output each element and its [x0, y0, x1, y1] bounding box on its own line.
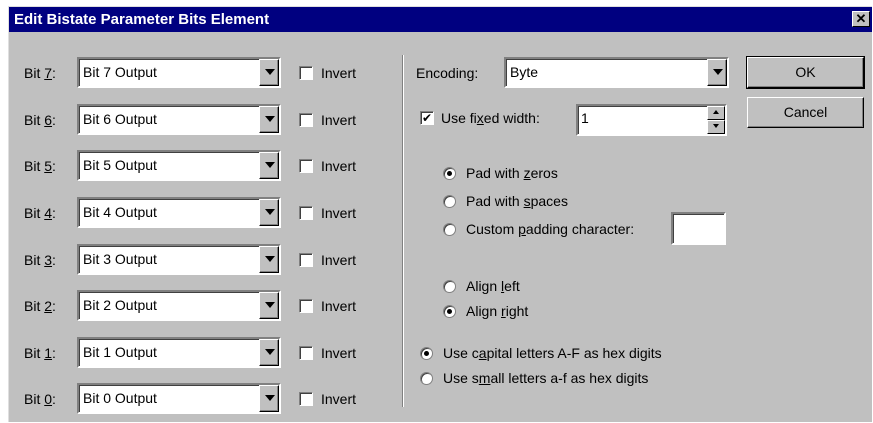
bit-0-value: Bit 0 Output — [83, 390, 157, 406]
custom-padding-label: Custom padding character: — [466, 221, 635, 237]
bit-4-invert-label: Invert — [321, 205, 357, 221]
chevron-down-icon[interactable] — [707, 59, 727, 86]
bit-1-invert-checkbox[interactable] — [299, 346, 313, 360]
bit-1-value: Bit 1 Output — [83, 344, 157, 360]
bit-0-combo[interactable]: Bit 0 Output — [77, 383, 281, 414]
chevron-down-icon[interactable] — [259, 385, 279, 412]
bit-2-invert-label: Invert — [321, 298, 357, 314]
chevron-down-icon[interactable] — [259, 199, 279, 226]
vertical-separator — [402, 55, 404, 407]
bit-6-combo[interactable]: Bit 6 Output — [77, 104, 281, 135]
bit-4-label: Bit 4: — [24, 205, 56, 221]
pad-spaces-label: Pad with spaces — [466, 193, 568, 209]
bit-6-invert-checkbox[interactable] — [299, 113, 313, 127]
bit-2-invert-checkbox[interactable] — [299, 299, 313, 313]
bit-2-value: Bit 2 Output — [83, 297, 157, 313]
bit-4-value: Bit 4 Output — [83, 204, 157, 220]
chevron-down-icon[interactable] — [259, 59, 279, 86]
align-right-radio[interactable] — [443, 305, 456, 318]
encoding-label: Encoding: — [416, 65, 479, 81]
chevron-down-icon[interactable] — [259, 246, 279, 273]
chevron-down-icon[interactable] — [259, 292, 279, 319]
chevron-down-icon[interactable] — [259, 152, 279, 179]
bit-7-combo[interactable]: Bit 7 Output — [77, 57, 281, 88]
bit-2-label: Bit 2: — [24, 298, 56, 314]
bit-3-combo[interactable]: Bit 3 Output — [77, 244, 281, 275]
bit-5-invert-checkbox[interactable] — [299, 159, 313, 173]
bit-4-invert-checkbox[interactable] — [299, 206, 313, 220]
dialog-title: Edit Bistate Parameter Bits Element — [14, 11, 270, 28]
capital-hex-label: Use capital letters A-F as hex digits — [443, 345, 662, 361]
align-left-label: Align left — [466, 278, 520, 294]
spin-down-icon[interactable] — [707, 120, 725, 134]
bit-3-label: Bit 3: — [24, 252, 56, 268]
pad-zeros-label: Pad with zeros — [466, 165, 558, 181]
capital-hex-radio[interactable] — [420, 347, 433, 360]
title-bar[interactable]: Edit Bistate Parameter Bits Element ✕ — [9, 7, 872, 32]
bit-5-invert-label: Invert — [321, 158, 357, 174]
bit-5-value: Bit 5 Output — [83, 157, 157, 173]
bit-5-label: Bit 5: — [24, 158, 56, 174]
bit-6-invert-label: Invert — [321, 112, 357, 128]
small-hex-radio[interactable] — [420, 372, 433, 385]
encoding-combo[interactable]: Byte — [504, 57, 729, 88]
ok-button[interactable]: OK — [746, 56, 865, 89]
bit-4-combo[interactable]: Bit 4 Output — [77, 197, 281, 228]
custom-padding-input[interactable] — [671, 212, 726, 245]
align-left-radio[interactable] — [443, 280, 456, 293]
bit-7-invert-label: Invert — [321, 65, 357, 81]
bit-7-value: Bit 7 Output — [83, 64, 157, 80]
chevron-down-icon[interactable] — [259, 339, 279, 366]
custom-padding-radio[interactable] — [443, 223, 456, 236]
spin-up-icon[interactable] — [707, 106, 725, 120]
chevron-down-icon[interactable] — [259, 106, 279, 133]
bit-0-invert-label: Invert — [321, 391, 357, 407]
encoding-value: Byte — [510, 64, 539, 80]
bit-3-value: Bit 3 Output — [83, 251, 157, 267]
fixed-width-value: 1 — [581, 110, 589, 126]
bit-1-invert-label: Invert — [321, 345, 357, 361]
bit-2-combo[interactable]: Bit 2 Output — [77, 290, 281, 321]
use-fixed-width-checkbox[interactable]: ✔ — [420, 111, 434, 125]
pad-spaces-radio[interactable] — [443, 195, 456, 208]
edit-bistate-dialog: Edit Bistate Parameter Bits Element ✕ Bi… — [8, 6, 872, 422]
fixed-width-spinner[interactable]: 1 — [576, 104, 727, 136]
align-right-label: Align right — [466, 303, 529, 319]
check-icon: ✔ — [421, 111, 433, 125]
bit-6-label: Bit 6: — [24, 112, 56, 128]
close-icon: ✕ — [855, 11, 867, 26]
bit-3-invert-label: Invert — [321, 252, 357, 268]
bit-1-combo[interactable]: Bit 1 Output — [77, 337, 281, 368]
bit-5-combo[interactable]: Bit 5 Output — [77, 150, 281, 181]
pad-zeros-radio[interactable] — [443, 167, 456, 180]
use-fixed-width-label: Use fixed width: — [441, 110, 540, 126]
bit-3-invert-checkbox[interactable] — [299, 253, 313, 267]
cancel-button[interactable]: Cancel — [747, 97, 864, 128]
close-button[interactable]: ✕ — [852, 11, 870, 27]
bit-7-invert-checkbox[interactable] — [299, 66, 313, 80]
bit-0-label: Bit 0: — [24, 391, 56, 407]
small-hex-label: Use small letters a-f as hex digits — [443, 370, 649, 386]
bit-7-label: Bit 7: — [24, 65, 56, 81]
bit-1-label: Bit 1: — [24, 345, 56, 361]
bit-0-invert-checkbox[interactable] — [299, 392, 313, 406]
bit-6-value: Bit 6 Output — [83, 111, 157, 127]
